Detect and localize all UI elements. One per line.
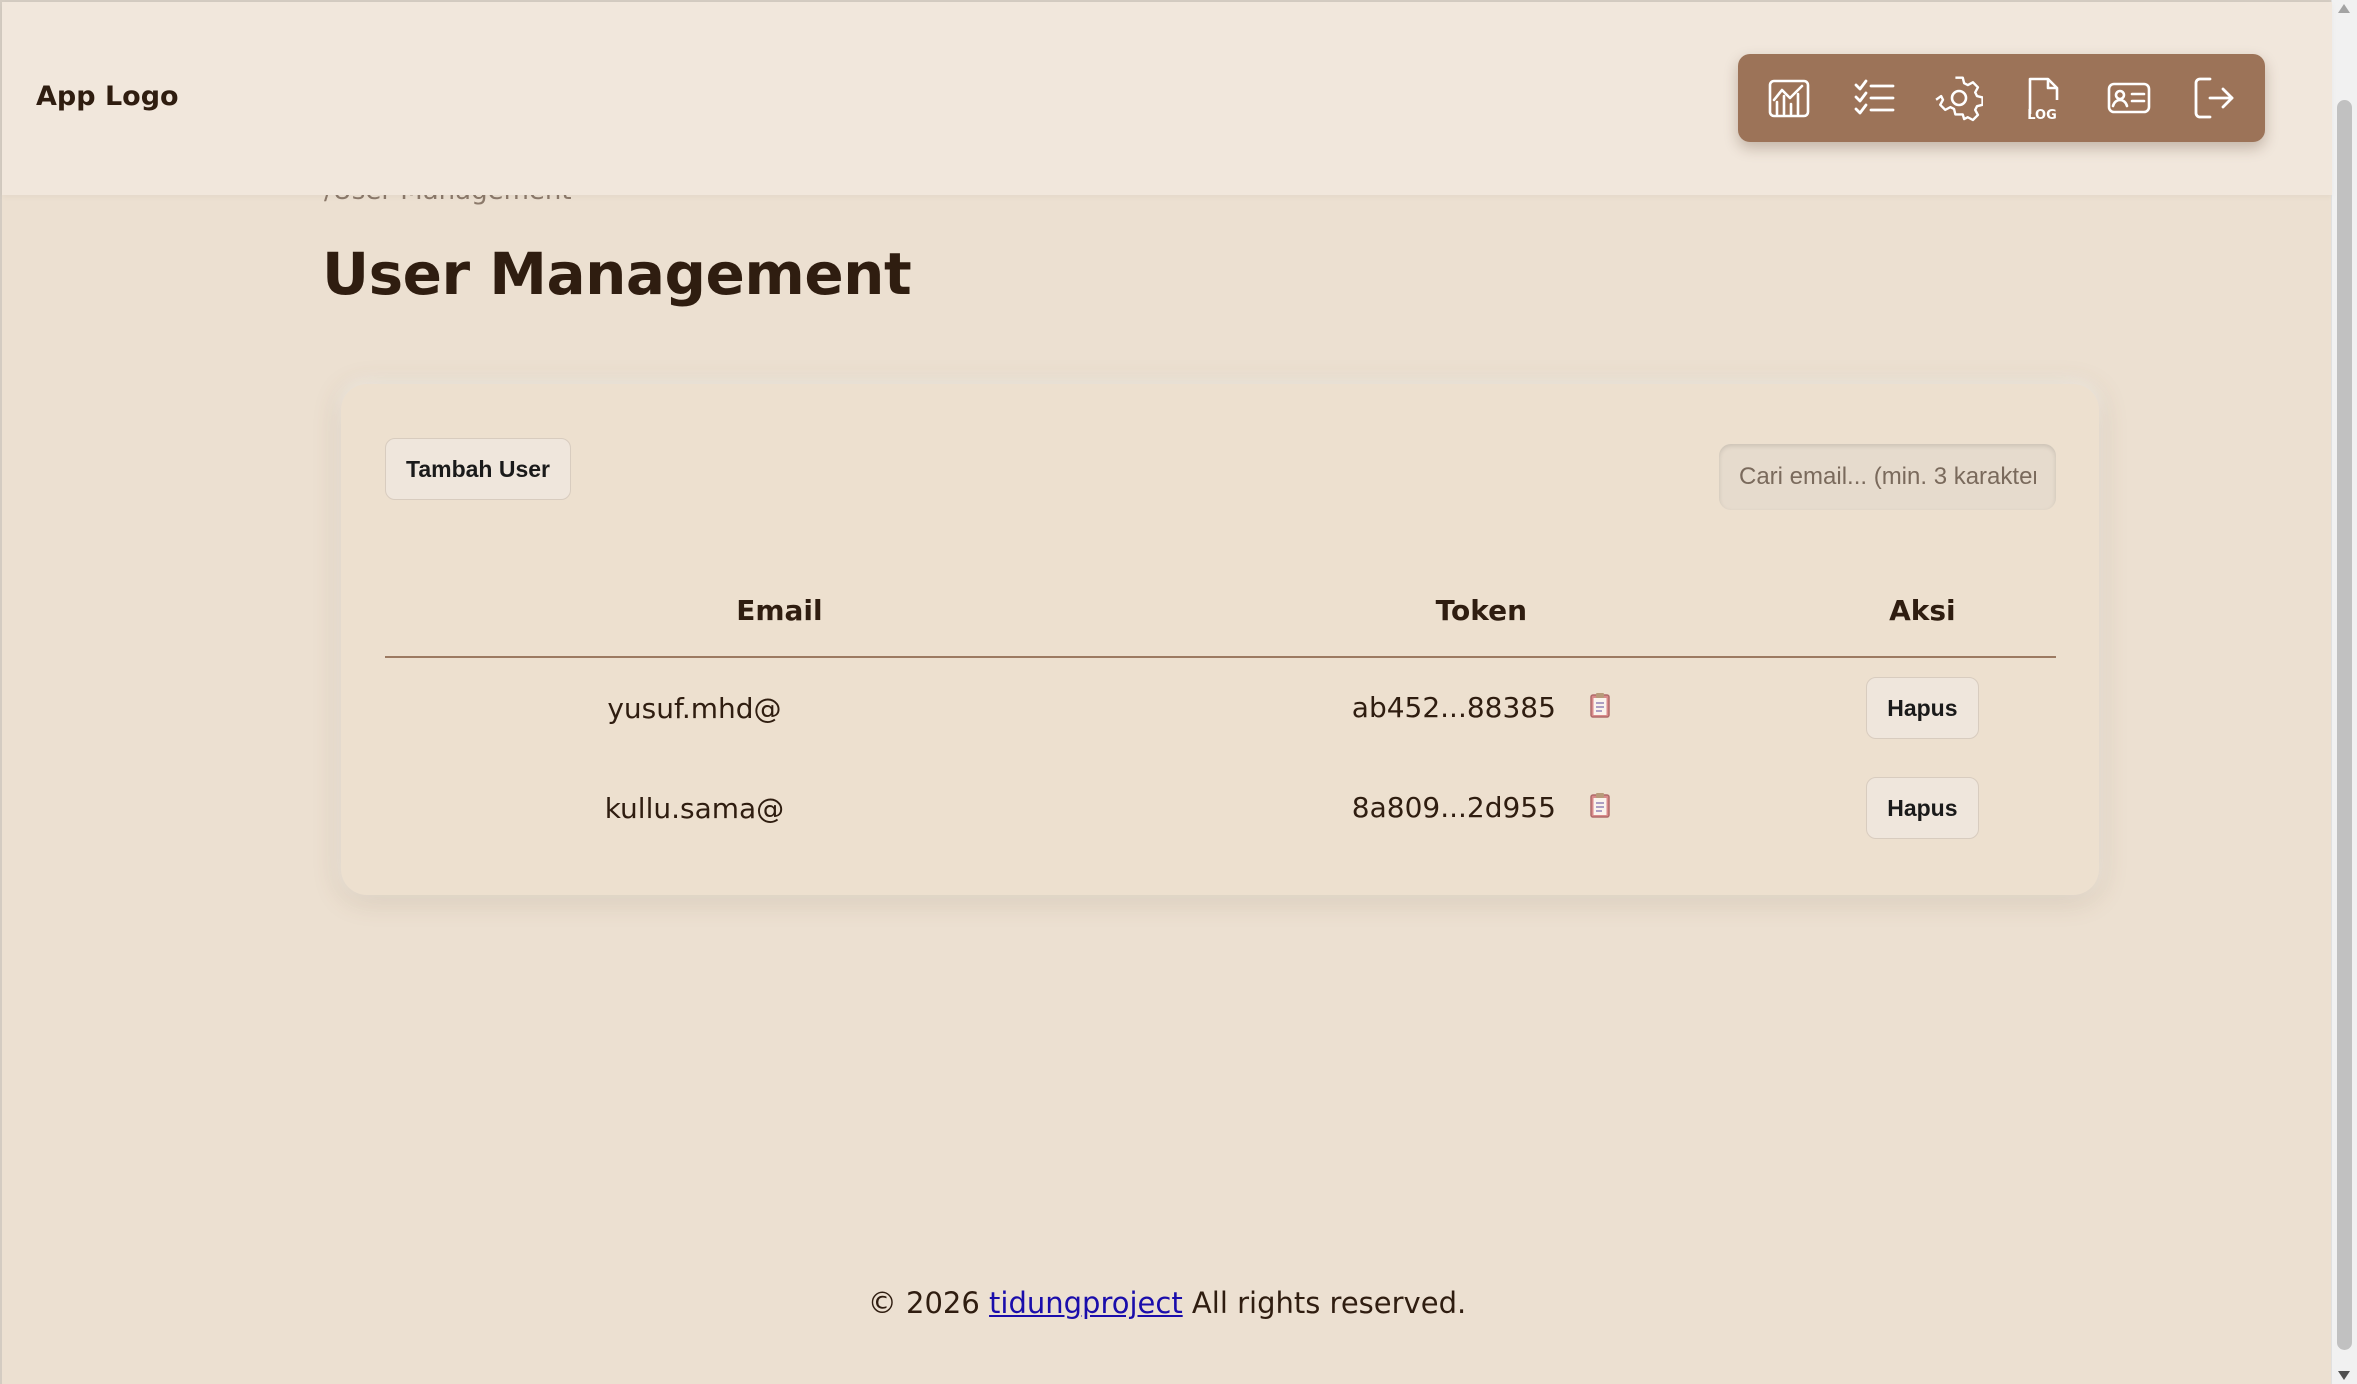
search-email-input[interactable] xyxy=(1719,444,2056,510)
table-header-row: Email Token Aksi xyxy=(385,564,2056,658)
top-header: App Logo LOG xyxy=(2,2,2332,195)
column-header-aksi: Aksi xyxy=(1788,564,2056,658)
footer-rights: All rights reserved. xyxy=(1191,1286,1467,1320)
chart-icon[interactable] xyxy=(1759,68,1819,128)
column-header-token: Token xyxy=(1173,564,1789,658)
email-text: yusuf.mhd@ xyxy=(607,691,782,725)
gear-icon[interactable] xyxy=(1929,68,1989,128)
delete-user-button[interactable]: Hapus xyxy=(1866,677,1979,739)
scroll-down-arrow-icon[interactable] xyxy=(2338,1371,2350,1380)
page-title: User Management xyxy=(322,240,912,308)
table-row: yusuf.mhd@ ab452...88385 Hapus xyxy=(385,657,2056,758)
vertical-scrollbar[interactable] xyxy=(2331,0,2357,1384)
redacted-domain xyxy=(784,805,954,815)
email-cell: kullu.sama@ xyxy=(385,758,1174,858)
email-text: kullu.sama@ xyxy=(604,791,785,825)
add-user-button[interactable]: Tambah User xyxy=(385,438,572,500)
scroll-up-arrow-icon[interactable] xyxy=(2338,4,2350,13)
token-text: 8a809...2d955 xyxy=(1351,790,1556,824)
checklist-icon[interactable] xyxy=(1844,68,1904,128)
clipboard-icon[interactable] xyxy=(1589,792,1611,825)
app-logo[interactable]: App Logo xyxy=(36,81,179,112)
id-card-icon[interactable] xyxy=(2099,68,2159,128)
footer: © 2026 tidungproject All rights reserved… xyxy=(2,1286,2332,1320)
page: /User Management App Logo xyxy=(0,0,2332,1384)
clipboard-icon[interactable] xyxy=(1589,692,1611,725)
table-row: kullu.sama@ 8a809...2d955 Hapus xyxy=(385,758,2056,858)
token-cell: 8a809...2d955 xyxy=(1174,758,1789,858)
users-table: Email Token Aksi yusuf.mhd@ ab452...8838… xyxy=(385,564,2056,858)
footer-copyright: © 2026 xyxy=(867,1286,980,1320)
svg-text:LOG: LOG xyxy=(2027,108,2057,122)
email-cell: yusuf.mhd@ xyxy=(385,657,1174,758)
footer-link[interactable]: tidungproject xyxy=(989,1286,1183,1320)
scroll-thumb[interactable] xyxy=(2337,100,2352,1350)
column-header-email: Email xyxy=(385,564,1174,658)
action-cell: Hapus xyxy=(1789,657,2056,758)
user-management-card: Tambah User Email Token Aksi yusuf.mhd@ … xyxy=(341,384,2099,895)
token-cell: ab452...88385 xyxy=(1174,657,1789,758)
main-toolbar: LOG xyxy=(1738,54,2265,142)
logout-icon[interactable] xyxy=(2184,68,2244,128)
delete-user-button[interactable]: Hapus xyxy=(1866,777,1979,839)
token-text: ab452...88385 xyxy=(1351,690,1556,724)
redacted-domain xyxy=(782,705,952,715)
log-file-icon[interactable]: LOG xyxy=(2014,68,2074,128)
action-cell: Hapus xyxy=(1789,758,2056,858)
